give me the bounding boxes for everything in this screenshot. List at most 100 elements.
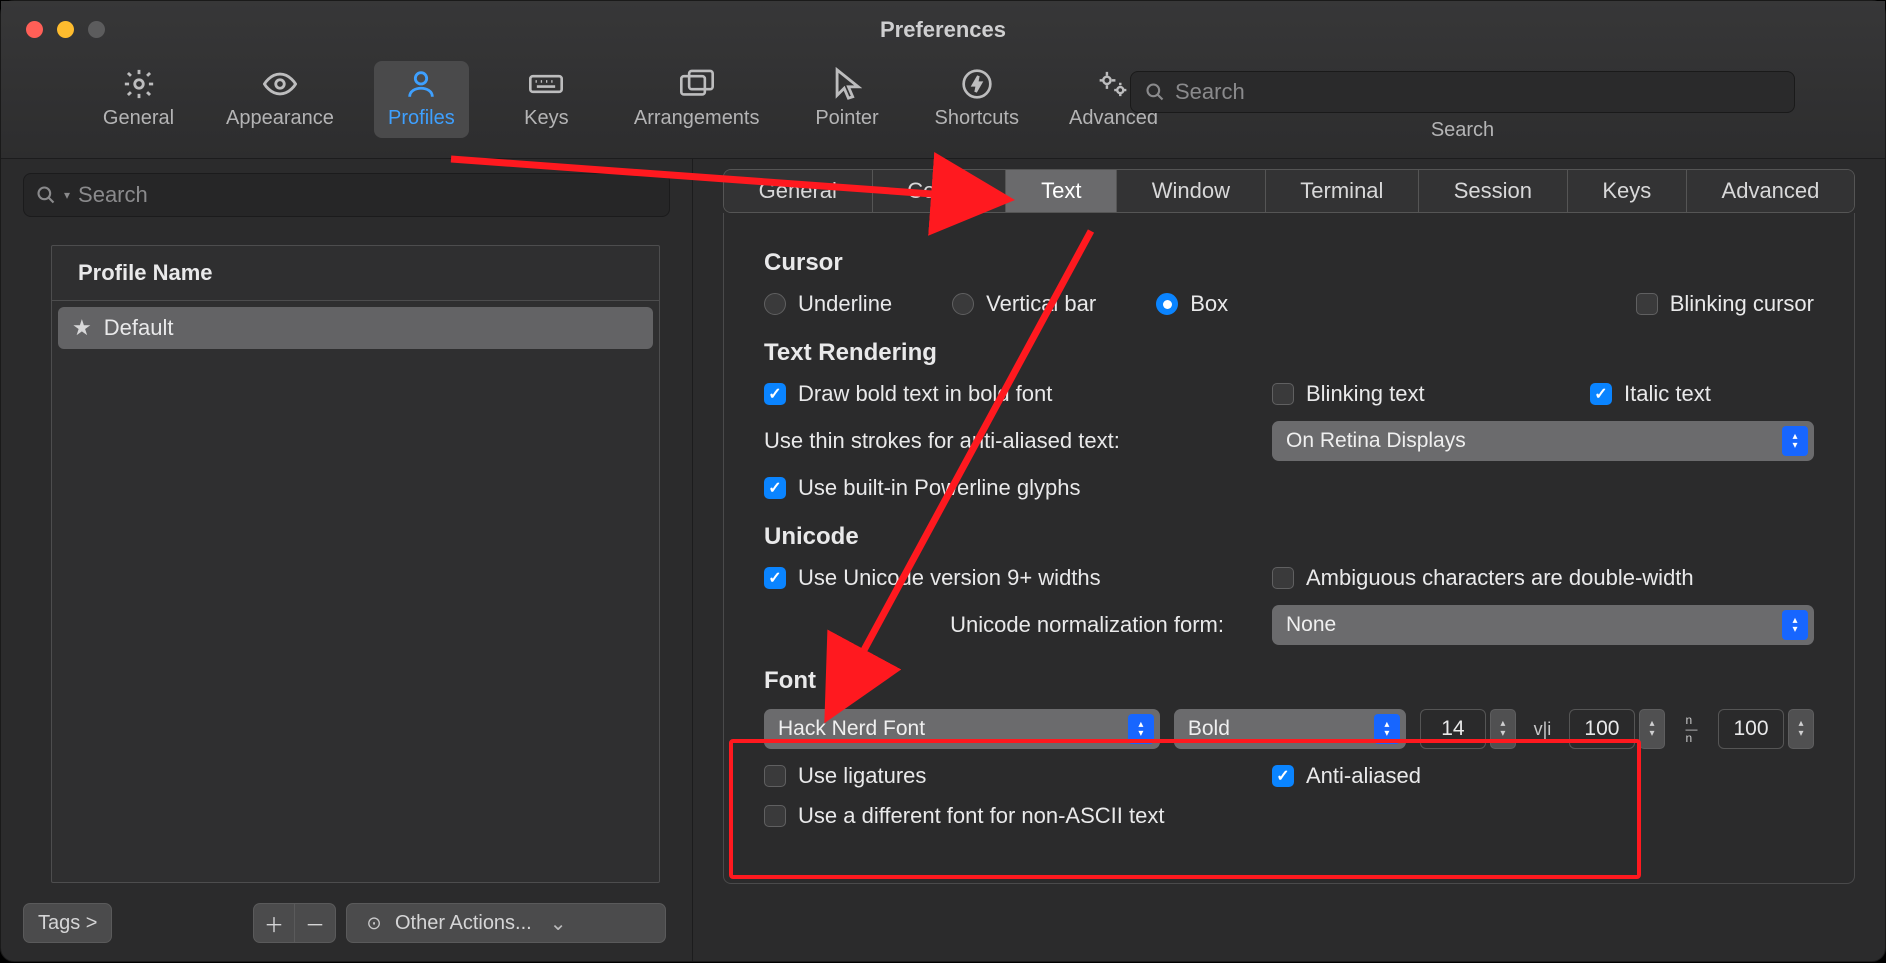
stepper-buttons[interactable]: ▴▾: [1490, 709, 1516, 749]
powerline-checkbox[interactable]: Use built-in Powerline glyphs: [764, 475, 1080, 501]
h-spacing-stepper[interactable]: ▴▾: [1569, 709, 1665, 749]
font-size-input[interactable]: [1420, 709, 1486, 749]
section-rendering-title: Text Rendering: [764, 339, 1814, 367]
tab-label: Session: [1454, 178, 1532, 204]
ellipsis-icon: ⊙: [361, 910, 387, 936]
check-label: Anti-aliased: [1306, 763, 1421, 789]
star-icon: ★: [72, 315, 92, 341]
toolbar-label: General: [103, 107, 174, 130]
toolbar-label: Arrangements: [634, 107, 760, 130]
titlebar: Preferences General Appearance Profiles: [1, 1, 1885, 159]
toolbar-profiles[interactable]: Profiles: [374, 61, 469, 138]
bolt-icon: [960, 67, 994, 101]
tab-general[interactable]: General: [724, 170, 873, 212]
tags-button[interactable]: Tags >: [23, 903, 112, 943]
profile-row-default[interactable]: ★ Default: [58, 307, 653, 349]
preferences-toolbar: General Appearance Profiles Keys: [91, 61, 1168, 138]
popup-value: None: [1286, 613, 1336, 637]
normalization-popup[interactable]: None ▴▾: [1272, 605, 1814, 645]
radio-label: Box: [1190, 291, 1228, 317]
tab-label: Advanced: [1722, 178, 1820, 204]
check-label: Use built-in Powerline glyphs: [798, 475, 1080, 501]
gear-icon: [122, 67, 156, 101]
search-icon: [1145, 82, 1165, 102]
blinking-text-checkbox[interactable]: Blinking text: [1272, 381, 1552, 407]
popup-arrows-icon: ▴▾: [1128, 714, 1154, 744]
toolbar-shortcuts[interactable]: Shortcuts: [925, 61, 1029, 138]
tab-text[interactable]: Text: [1006, 170, 1117, 212]
thin-strokes-popup[interactable]: On Retina Displays ▴▾: [1272, 421, 1814, 461]
cursor-box-radio[interactable]: Box: [1156, 291, 1228, 317]
tab-label: Window: [1152, 178, 1230, 204]
font-weight-popup[interactable]: Bold ▴▾: [1174, 709, 1406, 749]
toolbar-pointer[interactable]: Pointer: [800, 61, 895, 138]
h-spacing-input[interactable]: [1569, 709, 1635, 749]
toolbar-label: Keys: [524, 107, 568, 130]
v-spacing-input[interactable]: [1718, 709, 1784, 749]
section-unicode-title: Unicode: [764, 523, 1814, 551]
popup-arrows-icon: ▴▾: [1782, 610, 1808, 640]
nonascii-font-checkbox[interactable]: Use a different font for non-ASCII text: [764, 803, 1164, 829]
popup-value: On Retina Displays: [1286, 429, 1466, 453]
popup-value: Bold: [1188, 717, 1230, 741]
toolbar-appearance[interactable]: Appearance: [216, 61, 344, 138]
add-remove-segment: ＋ －: [253, 903, 336, 943]
toolbar-search-field[interactable]: Search: [1130, 71, 1795, 113]
bold-font-checkbox[interactable]: Draw bold text in bold font: [764, 381, 1234, 407]
tab-label: Keys: [1602, 178, 1651, 204]
stepper-buttons[interactable]: ▴▾: [1639, 709, 1665, 749]
cursor-underline-radio[interactable]: Underline: [764, 291, 892, 317]
search-icon: [36, 185, 56, 205]
stepper-buttons[interactable]: ▴▾: [1788, 709, 1814, 749]
antialiased-checkbox[interactable]: Anti-aliased: [1272, 763, 1421, 789]
toolbar-label: Shortcuts: [935, 107, 1019, 130]
check-label: Use ligatures: [798, 763, 926, 789]
tab-keys[interactable]: Keys: [1568, 170, 1687, 212]
gears-icon: [1096, 67, 1130, 101]
profile-tabs: General Colors Text Window Terminal Sess…: [723, 169, 1855, 213]
blinking-cursor-checkbox[interactable]: Blinking cursor: [1636, 291, 1814, 317]
normalization-label: Unicode normalization form:: [764, 612, 1234, 638]
font-size-stepper[interactable]: ▴▾: [1420, 709, 1516, 749]
preferences-window: Preferences General Appearance Profiles: [0, 0, 1886, 962]
radio-label: Vertical bar: [986, 291, 1096, 317]
check-label: Use Unicode version 9+ widths: [798, 565, 1101, 591]
thin-strokes-label: Use thin strokes for anti-aliased text:: [764, 428, 1234, 454]
person-icon: [404, 67, 438, 101]
ambiguous-width-checkbox[interactable]: Ambiguous characters are double-width: [1272, 565, 1694, 591]
toolbar-arrangements[interactable]: Arrangements: [624, 61, 770, 138]
tab-session[interactable]: Session: [1419, 170, 1568, 212]
tab-label: General: [759, 178, 837, 204]
section-cursor-title: Cursor: [764, 249, 1814, 277]
ligatures-checkbox[interactable]: Use ligatures: [764, 763, 1234, 789]
v-spacing-stepper[interactable]: ▴▾: [1718, 709, 1814, 749]
other-actions-popup[interactable]: ⊙ Other Actions... ⌄: [346, 903, 666, 943]
italic-text-checkbox[interactable]: Italic text: [1590, 381, 1711, 407]
search-placeholder: Search: [78, 182, 148, 208]
radio-label: Underline: [798, 291, 892, 317]
check-label: Blinking text: [1306, 381, 1425, 407]
toolbar-keys[interactable]: Keys: [499, 61, 594, 138]
profile-list-header: Profile Name: [52, 246, 659, 301]
toolbar-general[interactable]: General: [91, 61, 186, 138]
unicode-v9-checkbox[interactable]: Use Unicode version 9+ widths: [764, 565, 1234, 591]
profile-search-field[interactable]: ▾ Search: [23, 173, 670, 217]
check-label: Ambiguous characters are double-width: [1306, 565, 1694, 591]
add-profile-button[interactable]: ＋: [253, 903, 295, 943]
tab-terminal[interactable]: Terminal: [1266, 170, 1419, 212]
chevron-down-icon: ⌄: [550, 911, 567, 936]
tab-advanced[interactable]: Advanced: [1687, 170, 1854, 212]
h-spacing-icon: v|i: [1530, 716, 1555, 742]
check-label: Draw bold text in bold font: [798, 381, 1052, 407]
sidebar-footer: Tags > ＋ － ⊙ Other Actions... ⌄: [23, 903, 666, 943]
remove-profile-button[interactable]: －: [295, 903, 336, 943]
profile-name: Default: [104, 315, 174, 341]
popup-arrows-icon: ▴▾: [1374, 714, 1400, 744]
cursor-vertical-radio[interactable]: Vertical bar: [952, 291, 1096, 317]
v-spacing-icon: n—n: [1679, 716, 1704, 742]
tab-colors[interactable]: Colors: [873, 170, 1007, 212]
toolbar-label: Profiles: [388, 107, 455, 130]
tab-window[interactable]: Window: [1117, 170, 1266, 212]
tags-label: Tags >: [38, 912, 97, 935]
font-family-popup[interactable]: Hack Nerd Font ▴▾: [764, 709, 1160, 749]
